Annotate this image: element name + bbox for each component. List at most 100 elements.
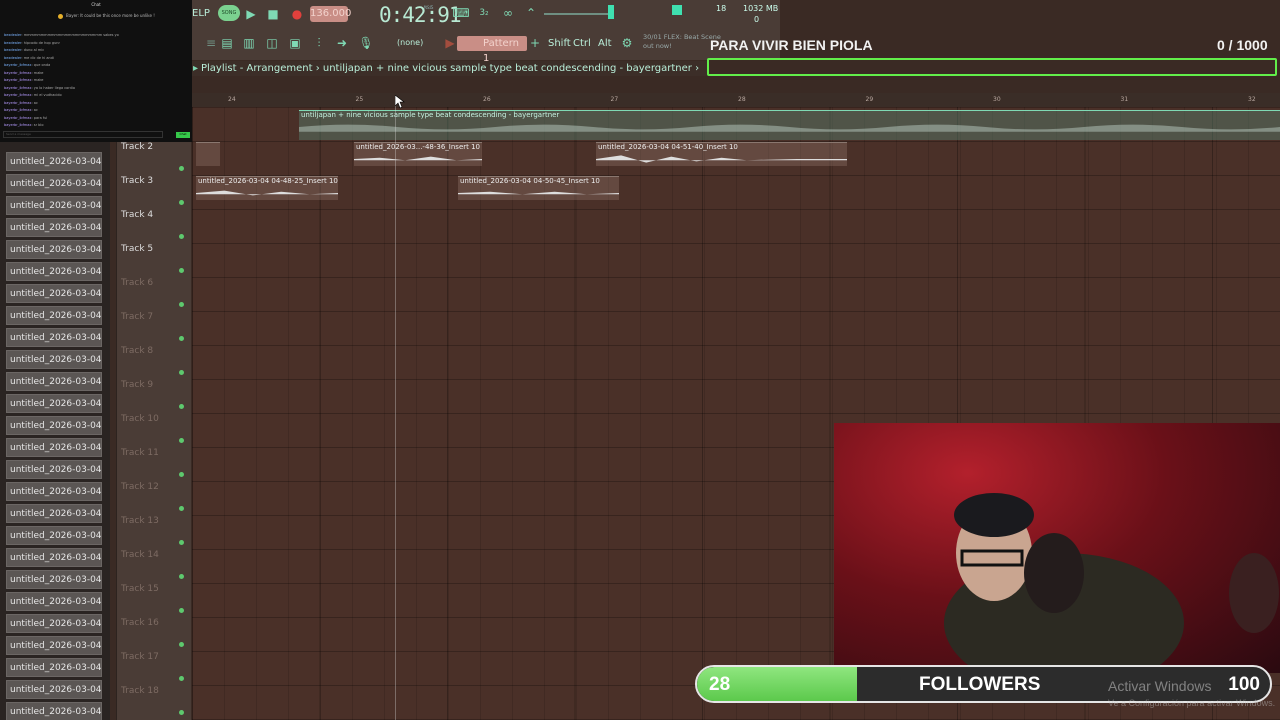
track-mute-led[interactable]	[179, 472, 184, 477]
channel-rack-icon[interactable]: ◫	[263, 35, 281, 51]
track-mute-led[interactable]	[179, 268, 184, 273]
chat-username[interactable]: bexdealer	[4, 33, 21, 37]
track-name[interactable]: Track 15	[121, 584, 159, 594]
track-name[interactable]: Track 16	[121, 618, 159, 628]
time-display[interactable]: 0:42:91 M:S:CS	[379, 3, 462, 27]
add-pattern-icon[interactable]: +	[526, 35, 544, 51]
browser-clip-item[interactable]: untitled_2026-03-04 04-	[6, 658, 102, 677]
track-name[interactable]: Track 4	[121, 210, 153, 220]
track-mute-led[interactable]	[179, 302, 184, 307]
track-name[interactable]: Track 18	[121, 686, 159, 696]
audio-clip-main[interactable]: untiljapan + nine vicious sample type be…	[299, 110, 1280, 140]
track-mute-led[interactable]	[179, 676, 184, 681]
chat-username[interactable]: bayerbr_ibfmax	[4, 78, 32, 82]
track-name[interactable]: Track 9	[121, 380, 153, 390]
browser-clip-item[interactable]: untitled_2026-03-04 04-	[6, 306, 102, 325]
track-name[interactable]: Track 12	[121, 482, 159, 492]
track-mute-led[interactable]	[179, 404, 184, 409]
browser-clip-item[interactable]: untitled_2026-03-04 04-	[6, 218, 102, 237]
browser-clip-item[interactable]: untitled_2026-03-04 04-	[6, 152, 102, 171]
browser-clip-item[interactable]: untitled_2026-03-04 04-	[6, 262, 102, 281]
stop-icon[interactable]: ■	[264, 6, 282, 22]
audio-clip[interactable]: untitled_2026-03-04 04-48-25_Insert 10	[196, 176, 338, 200]
track-mute-led[interactable]	[179, 710, 184, 715]
track-name[interactable]: Track 10	[121, 414, 159, 424]
chat-username[interactable]: bayerbr_ibfmax	[4, 71, 32, 75]
audio-clip[interactable]: untitled_2026-03-04 04-51-40_Insert 10	[596, 142, 847, 166]
browser-clip-item[interactable]: untitled_2026-03-04 04-	[6, 614, 102, 633]
timeline-ruler[interactable]: 24 25 26 27 28 29 30 31 32	[192, 93, 1280, 107]
browser-clip-item[interactable]: untitled_2026-03-04 04-	[6, 526, 102, 545]
browser-clip-item[interactable]: untitled_2026-03-04 04-	[6, 328, 102, 347]
browser-clip-item[interactable]: untitled_2026-03-04 04-	[6, 394, 102, 413]
track-mute-led[interactable]	[179, 336, 184, 341]
browser-clip-item[interactable]: untitled_2026-03-04 04-	[6, 174, 102, 193]
master-pitch-slider[interactable]	[544, 13, 614, 15]
track-mute-led[interactable]	[179, 506, 184, 511]
chat-input[interactable]: Send a message	[3, 131, 163, 138]
browser-clip-item[interactable]: untitled_2026-03-04 04-	[6, 350, 102, 369]
play-icon[interactable]: ▶	[242, 6, 260, 22]
track-name[interactable]: Track 6	[121, 278, 153, 288]
chat-username[interactable]: bayerbr_ibfmax	[4, 86, 32, 90]
browser-clip-item[interactable]: untitled_2026-03-04 04-	[6, 570, 102, 589]
browser-clip-item[interactable]: untitled_2026-03-04 04-	[6, 240, 102, 259]
browser-clip-item[interactable]: untitled_2026-03-04 04-	[6, 438, 102, 457]
chat-username[interactable]: bexdealer	[4, 41, 21, 45]
browser-clip-item[interactable]: untitled_2026-03-04 04-	[6, 592, 102, 611]
chat-username[interactable]: bexdealer	[4, 56, 21, 60]
chat-username[interactable]: bayerbr_ibfmax	[4, 93, 32, 97]
typing-keyboard-icon[interactable]: ⌨	[452, 5, 470, 21]
pattern-selector[interactable]: Pattern 1	[457, 36, 527, 64]
audio-clip[interactable]	[196, 142, 220, 166]
track-mute-led[interactable]	[179, 642, 184, 647]
ctrl-key[interactable]: Ctrl	[573, 38, 591, 49]
mixer-icon[interactable]: ⫶	[310, 35, 328, 51]
chat-username[interactable]: bexdealer	[4, 48, 21, 52]
track-mute-led[interactable]	[179, 574, 184, 579]
browser-clip-item[interactable]: untitled_2026-03-04 04-	[6, 372, 102, 391]
tempo-display[interactable]: 136.000	[310, 6, 351, 22]
browser-clip-item[interactable]: untitled_2026-03-04 04-	[6, 548, 102, 567]
track-mute-led[interactable]	[179, 540, 184, 545]
microphone-icon[interactable]: 🎙	[357, 35, 375, 51]
playhead[interactable]	[395, 100, 396, 720]
browser-clip-item[interactable]: untitled_2026-03-04 04-	[6, 482, 102, 501]
browser-clip-item[interactable]: untitled_2026-03-04 04-	[6, 636, 102, 655]
track-name[interactable]: Track 5	[121, 244, 153, 254]
piano-roll-icon[interactable]: ▥	[240, 35, 258, 51]
snap-selector[interactable]: (none)	[397, 38, 423, 47]
track-name[interactable]: Track 14	[121, 550, 159, 560]
track-name[interactable]: Track 7	[121, 312, 153, 322]
browser-clip-item[interactable]: untitled_2026-03-04 04-	[6, 460, 102, 479]
track-name[interactable]: Track 8	[121, 346, 153, 356]
chat-username[interactable]: bayerbr_ibfmax	[4, 108, 32, 112]
track-name[interactable]: Track 17	[121, 652, 159, 662]
chat-send-button[interactable]: Chat	[176, 132, 190, 138]
master-volume-knob[interactable]	[608, 5, 614, 19]
pat-song-toggle[interactable]: SONG	[218, 5, 240, 21]
playlist-icon[interactable]: ▤	[218, 35, 236, 51]
chat-username[interactable]: bayerbr_ibfmax	[4, 123, 32, 127]
audio-clip[interactable]: untitled_2026-03...-48-36_Insert 10	[354, 142, 482, 166]
browser-clip-item[interactable]: untitled_2026-03-04 04-	[6, 504, 102, 523]
track-name[interactable]: Track 13	[121, 516, 159, 526]
step-edit-icon[interactable]: 3₂	[475, 5, 493, 21]
browser-clip-item[interactable]: untitled_2026-03-04 04-	[6, 680, 102, 699]
track-mute-led[interactable]	[179, 438, 184, 443]
metronome-icon[interactable]: ⌃	[522, 5, 540, 21]
chat-username[interactable]: bayerbr_ibfmax	[4, 101, 32, 105]
track-mute-led[interactable]	[179, 608, 184, 613]
loop-record-icon[interactable]: ∞	[499, 5, 517, 21]
track-mute-led[interactable]	[179, 234, 184, 239]
track-name[interactable]: Track 2	[121, 142, 153, 152]
chat-username[interactable]: bayerbr_ibfmax	[4, 116, 32, 120]
playlist-breadcrumb[interactable]: ▸ Playlist - Arrangement › untiljapan + …	[192, 61, 707, 76]
help-menu[interactable]: ELP	[192, 8, 210, 19]
alt-key[interactable]: Alt	[598, 38, 612, 49]
audio-clip[interactable]: untitled_2026-03-04 04-50-45_Insert 10	[458, 176, 619, 200]
record-icon[interactable]: ●	[288, 6, 306, 22]
track-name[interactable]: Track 3	[121, 176, 153, 186]
browser-clip-item[interactable]: untitled_2026-03-04 04-	[6, 196, 102, 215]
browser-icon[interactable]: ▣	[286, 35, 304, 51]
